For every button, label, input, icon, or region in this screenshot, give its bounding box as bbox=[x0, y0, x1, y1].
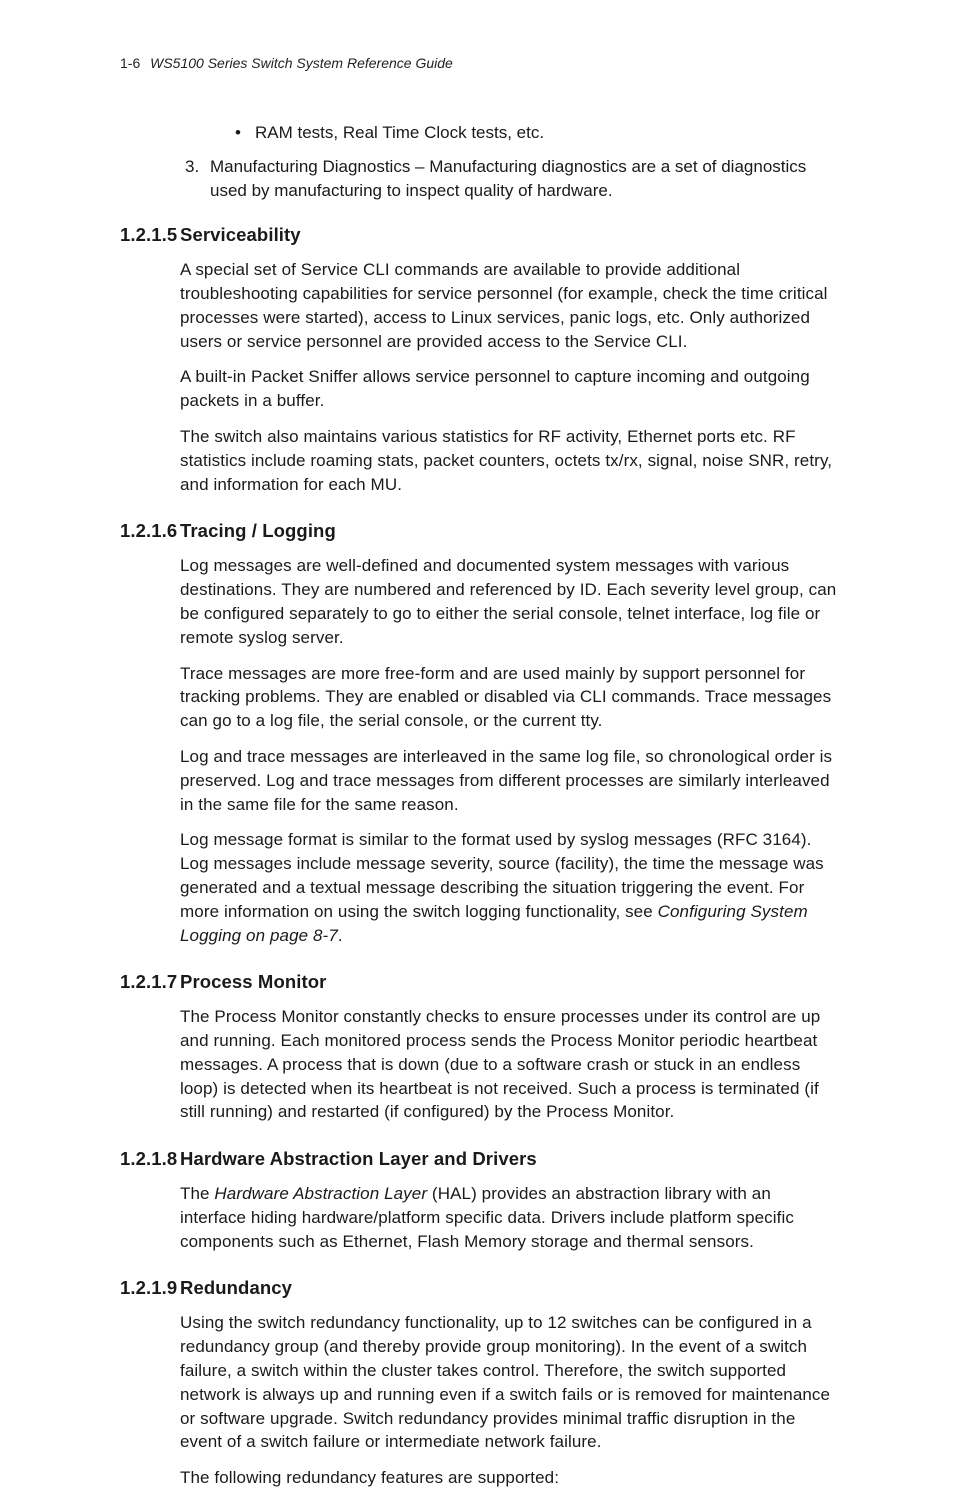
section-number: 1.2.1.5 bbox=[120, 222, 180, 248]
paragraph: The switch also maintains various statis… bbox=[180, 425, 839, 496]
paragraph: The Hardware Abstraction Layer (HAL) pro… bbox=[180, 1182, 839, 1253]
item-number: 3. bbox=[185, 155, 199, 179]
paragraph: The Process Monitor constantly checks to… bbox=[180, 1005, 839, 1124]
numbered-item: 3. Manufacturing Diagnostics – Manufactu… bbox=[185, 155, 839, 203]
section-body: A special set of Service CLI commands ar… bbox=[180, 258, 839, 496]
page-number: 1-6 bbox=[120, 55, 140, 71]
section-heading: 1.2.1.8 Hardware Abstraction Layer and D… bbox=[120, 1146, 839, 1172]
page-header: 1-6 WS5100 Series Switch System Referenc… bbox=[120, 55, 839, 71]
section-title: Tracing / Logging bbox=[180, 518, 336, 544]
page: 1-6 WS5100 Series Switch System Referenc… bbox=[0, 0, 954, 1235]
section-heading: 1.2.1.5 Serviceability bbox=[120, 222, 839, 248]
section-body: Using the switch redundancy functionalit… bbox=[180, 1311, 839, 1490]
section-title: Process Monitor bbox=[180, 969, 326, 995]
text: . bbox=[338, 926, 343, 945]
section-body: The Hardware Abstraction Layer (HAL) pro… bbox=[180, 1182, 839, 1253]
section-heading: 1.2.1.7 Process Monitor bbox=[120, 969, 839, 995]
section-number: 1.2.1.6 bbox=[120, 518, 180, 544]
section-body: Log messages are well-defined and docume… bbox=[180, 554, 839, 947]
term: Hardware Abstraction Layer bbox=[214, 1184, 427, 1203]
section-number: 1.2.1.7 bbox=[120, 969, 180, 995]
paragraph: Using the switch redundancy functionalit… bbox=[180, 1311, 839, 1454]
section-heading: 1.2.1.6 Tracing / Logging bbox=[120, 518, 839, 544]
section-title: Hardware Abstraction Layer and Drivers bbox=[180, 1146, 537, 1172]
text: The bbox=[180, 1184, 214, 1203]
page-content: RAM tests, Real Time Clock tests, etc. 3… bbox=[120, 121, 839, 1490]
paragraph: Log message format is similar to the for… bbox=[180, 828, 839, 947]
paragraph: The following redundancy features are su… bbox=[180, 1466, 839, 1490]
paragraph: A special set of Service CLI commands ar… bbox=[180, 258, 839, 353]
list-item: RAM tests, Real Time Clock tests, etc. bbox=[235, 121, 839, 145]
doc-title: WS5100 Series Switch System Reference Gu… bbox=[150, 55, 453, 71]
section-number: 1.2.1.9 bbox=[120, 1275, 180, 1301]
section-title: Serviceability bbox=[180, 222, 301, 248]
item-text: Manufacturing Diagnostics – Manufacturin… bbox=[210, 157, 806, 200]
section-title: Redundancy bbox=[180, 1275, 292, 1301]
paragraph: Log and trace messages are interleaved i… bbox=[180, 745, 839, 816]
section-number: 1.2.1.8 bbox=[120, 1146, 180, 1172]
paragraph: Trace messages are more free-form and ar… bbox=[180, 662, 839, 733]
paragraph: A built-in Packet Sniffer allows service… bbox=[180, 365, 839, 413]
paragraph: Log messages are well-defined and docume… bbox=[180, 554, 839, 649]
section-body: The Process Monitor constantly checks to… bbox=[180, 1005, 839, 1124]
section-heading: 1.2.1.9 Redundancy bbox=[120, 1275, 839, 1301]
